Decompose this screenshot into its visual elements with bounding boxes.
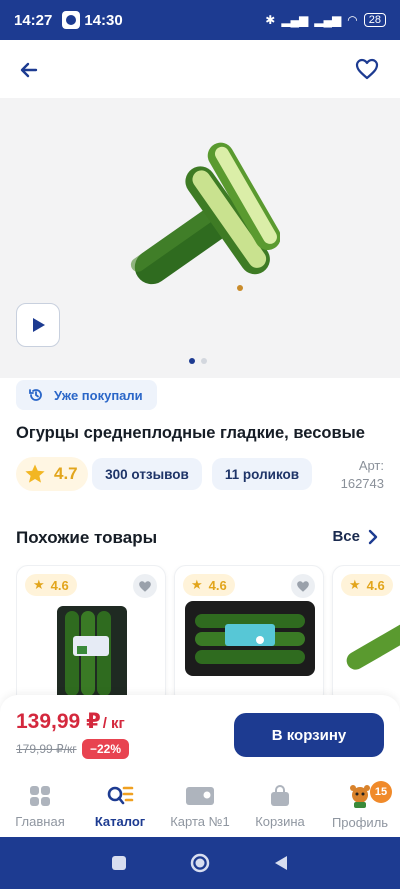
star-icon: ★ xyxy=(191,577,203,592)
home-icon[interactable] xyxy=(189,852,211,874)
status-time: 14:27 xyxy=(14,11,53,29)
videos-button[interactable]: 11 роликов xyxy=(212,458,312,490)
price-unit: / кг xyxy=(102,715,125,732)
article-info: Арт: 162743 xyxy=(341,457,384,493)
bluetooth-icon: ✱ xyxy=(265,13,276,27)
play-video-button[interactable] xyxy=(16,303,60,347)
nav-profile-label: Профиль xyxy=(331,814,389,830)
see-all-label: Все xyxy=(332,528,360,545)
card-rating-value: 4.6 xyxy=(50,577,69,593)
price-bar: 139,99 ₽ / кг 179,99 ₽/кг −22% В корзину xyxy=(0,695,400,775)
product-card-image xyxy=(57,606,127,695)
reviews-button[interactable]: 300 отзывов xyxy=(92,458,202,490)
card-favorite-button[interactable] xyxy=(133,574,157,598)
pagination-dot xyxy=(201,358,207,364)
rating-badge[interactable]: 4.7 xyxy=(16,457,88,491)
heart-icon xyxy=(297,580,309,592)
product-image xyxy=(130,142,280,291)
gallery-pagination xyxy=(189,358,207,364)
product-gallery[interactable] xyxy=(0,98,400,378)
product-card[interactable]: ★ 4.6 xyxy=(332,565,400,695)
status-icons: ✱ ▂▄▆ ▂▄▆ ◠ 28 xyxy=(265,13,386,27)
card-rating-value: 4.6 xyxy=(366,577,385,593)
nav-cart[interactable]: Корзина xyxy=(240,775,320,837)
card-rating: ★ 4.6 xyxy=(25,574,77,596)
heart-outline-icon xyxy=(355,58,379,80)
play-icon xyxy=(33,318,45,332)
system-navigation-bar xyxy=(0,837,400,889)
nav-catalog[interactable]: Каталог xyxy=(80,775,160,837)
signal-icon-2: ▂▄▆ xyxy=(314,13,342,27)
status-bar: 14:27 14:30 ✱ ▂▄▆ ▂▄▆ ◠ 28 xyxy=(0,0,400,40)
favorite-button[interactable] xyxy=(352,54,382,84)
catalog-icon xyxy=(107,786,134,804)
card-favorite-button[interactable] xyxy=(291,574,315,598)
article-label: Арт: xyxy=(358,458,384,473)
arrow-left-icon xyxy=(20,62,38,78)
product-title: Огурцы среднеплодные гладкие, весовые xyxy=(16,424,365,442)
loyalty-card-icon xyxy=(186,786,214,805)
back-button[interactable] xyxy=(14,55,44,85)
pagination-dot-active xyxy=(189,358,195,364)
see-all-link[interactable]: Все xyxy=(332,528,378,545)
recent-apps-icon[interactable] xyxy=(111,855,127,871)
nav-cart-label: Корзина xyxy=(255,813,305,829)
chevron-right-icon xyxy=(368,529,378,544)
rating-value: 4.7 xyxy=(54,464,78,483)
wifi-icon: ◠ xyxy=(347,13,358,27)
card-rating: ★ 4.6 xyxy=(341,574,393,596)
add-to-cart-button[interactable]: В корзину xyxy=(234,713,384,757)
discount-badge: −22% xyxy=(82,739,130,759)
nav-card[interactable]: Карта №1 xyxy=(160,775,240,837)
product-card-image xyxy=(185,601,315,676)
nav-card-label: Карта №1 xyxy=(170,813,230,829)
already-bought-label: Уже покупали xyxy=(54,387,143,403)
current-price: 139,99 ₽ / кг xyxy=(16,709,125,734)
history-icon xyxy=(29,389,42,401)
back-triangle-icon[interactable] xyxy=(273,854,289,872)
product-card[interactable]: ★ 4.6 xyxy=(174,565,324,695)
nav-profile[interactable]: Профиль 15 xyxy=(320,775,400,837)
already-bought-badge[interactable]: Уже покупали xyxy=(16,380,157,410)
star-icon: ★ xyxy=(349,577,361,592)
nav-catalog-label: Каталог xyxy=(94,813,146,829)
card-rating-value: 4.6 xyxy=(208,577,227,593)
home-grid-icon xyxy=(30,785,50,806)
top-header xyxy=(0,40,400,98)
nav-home[interactable]: Главная xyxy=(0,775,80,837)
squirrel-avatar-icon xyxy=(350,784,370,808)
article-number: 162743 xyxy=(340,476,384,491)
old-price: 179,99 ₽/кг xyxy=(16,742,77,756)
battery-icon: 28 xyxy=(363,13,386,27)
similar-products-carousel[interactable]: ★ 4.6 ★ 4.6 ★ 4.6 xyxy=(16,565,400,695)
heart-icon xyxy=(139,580,151,592)
similar-title: Похожие товары xyxy=(16,528,158,547)
clock-icon xyxy=(62,11,81,29)
nav-home-label: Главная xyxy=(15,813,65,829)
card-rating: ★ 4.6 xyxy=(183,574,235,596)
product-card-image xyxy=(346,615,400,670)
status-time-secondary: 14:30 xyxy=(84,11,123,29)
current-price-value: 139,99 ₽ xyxy=(16,710,101,733)
star-icon xyxy=(25,464,45,483)
bag-icon xyxy=(271,784,289,806)
star-icon: ★ xyxy=(33,577,45,592)
signal-icon: ▂▄▆ xyxy=(281,13,309,27)
profile-notification-badge: 15 xyxy=(370,781,392,803)
product-card[interactable]: ★ 4.6 xyxy=(16,565,166,695)
bottom-navigation: Главная Каталог Карта №1 Корзина Профиль xyxy=(0,775,400,837)
